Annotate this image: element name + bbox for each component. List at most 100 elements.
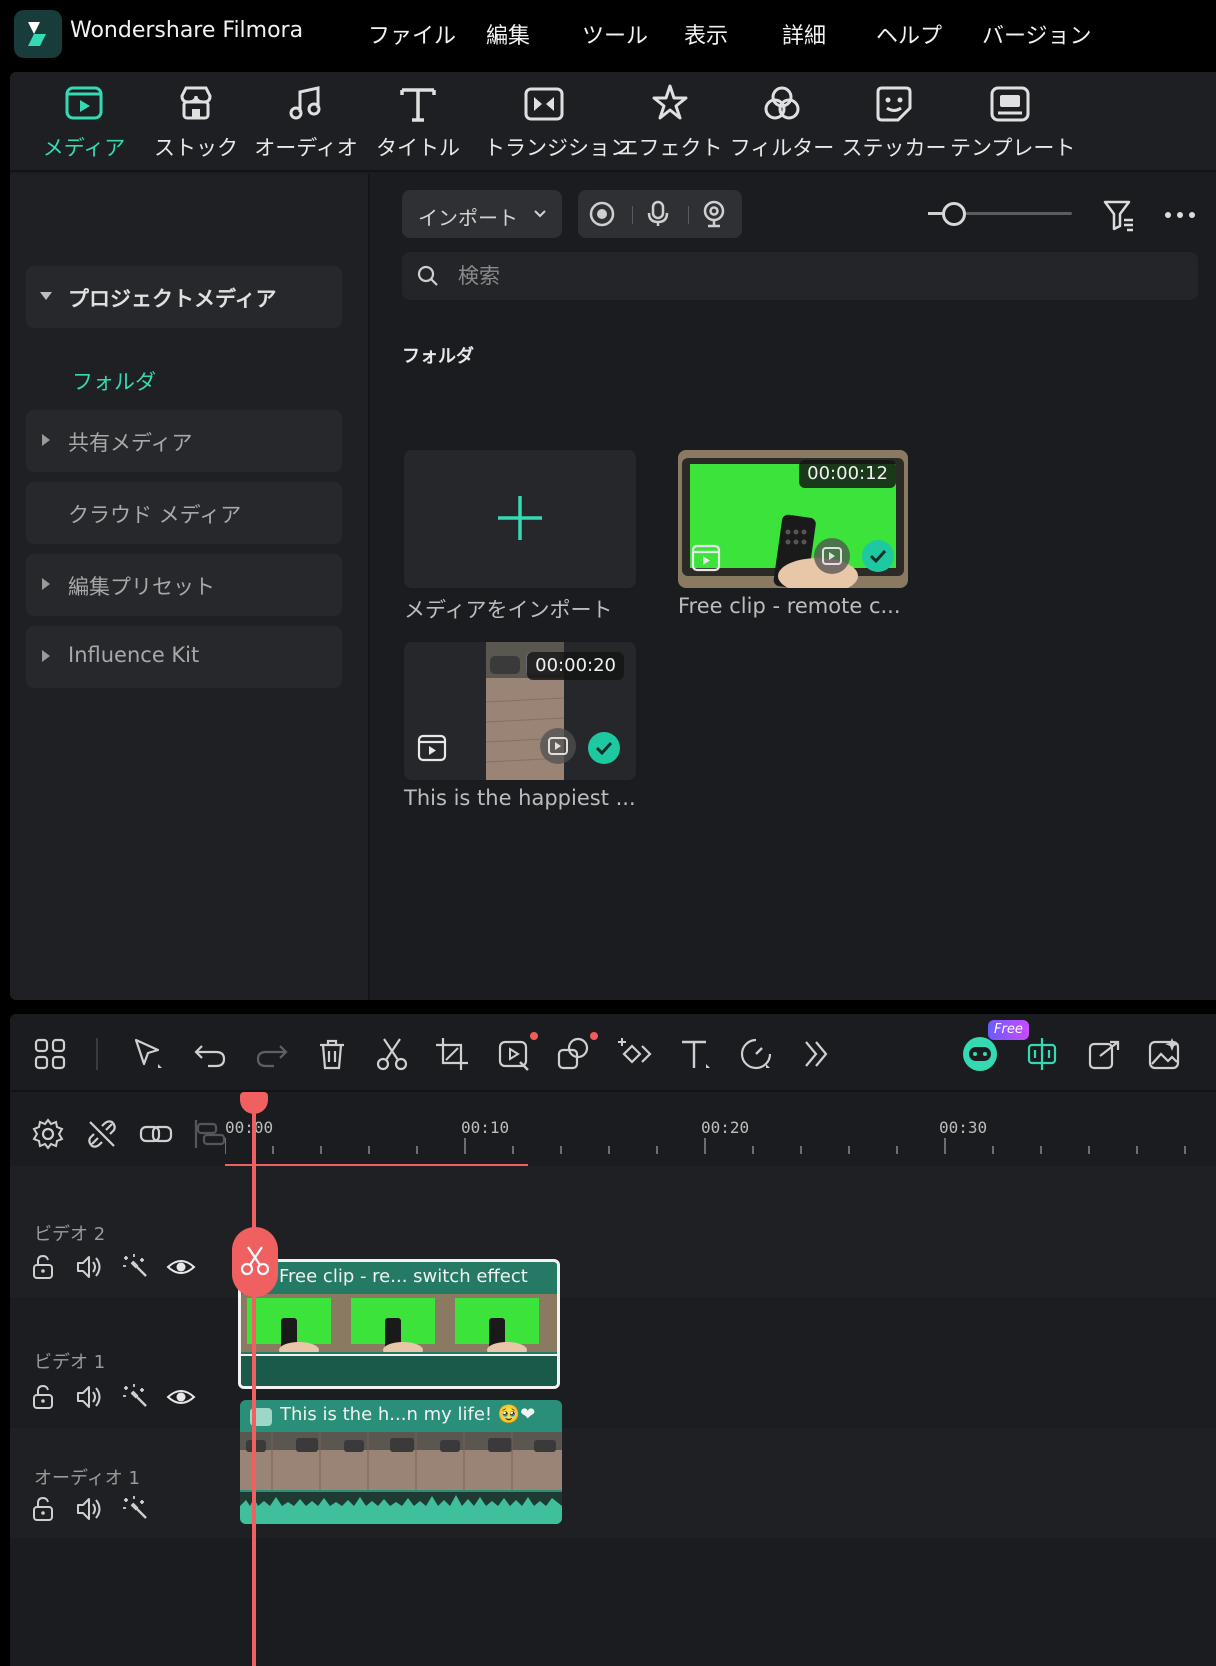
- caret-right-icon: [42, 434, 50, 446]
- eye-visibility-icon[interactable]: [166, 1382, 196, 1412]
- tab-transition[interactable]: トランジション: [484, 80, 631, 166]
- layout-grid-icon[interactable]: [30, 1034, 70, 1074]
- clip-filmstrip: [240, 1432, 562, 1490]
- stock-icon: [174, 82, 218, 126]
- menu-help[interactable]: ヘルプ: [876, 18, 942, 50]
- tab-sticker[interactable]: ステッカー: [834, 80, 954, 166]
- sidebar-item-label: 編集プリセット: [68, 575, 215, 599]
- undo-icon[interactable]: [190, 1034, 230, 1074]
- transition-icon: [522, 82, 566, 126]
- select-pointer-icon[interactable]: [128, 1034, 168, 1074]
- timeline-clip-street[interactable]: This is the h...n my life! 🥹❤: [240, 1400, 562, 1524]
- menu-version[interactable]: バージョン: [982, 18, 1092, 50]
- ruler-label: 00:10: [461, 1118, 510, 1137]
- sidebar-item-cloud-media[interactable]: クラウド メディア: [26, 482, 342, 544]
- track-video-2: ビデオ 2: [10, 1166, 1216, 1298]
- text-tool-icon[interactable]: [676, 1034, 716, 1074]
- ai-video-edit-icon[interactable]: [494, 1034, 534, 1074]
- webcam-icon[interactable]: [700, 200, 728, 228]
- speaker-icon[interactable]: [74, 1252, 104, 1282]
- tab-effect[interactable]: エフェクト: [610, 80, 730, 166]
- divider: [96, 1038, 98, 1070]
- speed-icon[interactable]: [736, 1034, 776, 1074]
- ruler-label: 00:30: [939, 1118, 988, 1137]
- menu-edit[interactable]: 編集: [486, 18, 530, 50]
- sidebar-item-influence-kit[interactable]: Influence Kit: [26, 626, 342, 688]
- ai-image-icon[interactable]: [1144, 1034, 1184, 1074]
- filter-sort-icon[interactable]: [1102, 198, 1136, 232]
- clip-title: Free clip - re... switch effect: [279, 1266, 528, 1287]
- redo-icon[interactable]: [252, 1034, 292, 1074]
- sidebar-item-folder[interactable]: フォルダ: [72, 366, 156, 396]
- lock-icon[interactable]: [28, 1382, 58, 1412]
- export-share-icon[interactable]: [1084, 1034, 1124, 1074]
- chevron-down-icon: [532, 206, 548, 222]
- track-layout-icon[interactable]: [192, 1116, 228, 1152]
- record-group: [578, 190, 742, 238]
- ai-copilot-icon[interactable]: [960, 1034, 1000, 1074]
- tab-media[interactable]: メディア: [24, 80, 144, 166]
- mask-shape-icon[interactable]: [554, 1034, 594, 1074]
- sidebar-item-label: Influence Kit: [68, 643, 200, 667]
- sidebar-item-edit-presets[interactable]: 編集プリセット: [26, 554, 342, 616]
- keyframe-icon[interactable]: [616, 1034, 656, 1074]
- magic-wand-icon[interactable]: [120, 1252, 150, 1282]
- speaker-icon[interactable]: [74, 1382, 104, 1412]
- menu-file[interactable]: ファイル: [368, 18, 456, 50]
- scissors-icon: [240, 1246, 270, 1276]
- menu-view[interactable]: 表示: [684, 18, 728, 50]
- eye-visibility-icon[interactable]: [166, 1252, 196, 1282]
- more-options-icon[interactable]: [1162, 200, 1198, 230]
- filter-icon: [760, 82, 804, 126]
- track-name: オーディオ 1: [34, 1468, 140, 1489]
- speaker-icon[interactable]: [74, 1494, 104, 1524]
- magic-wand-icon[interactable]: [120, 1382, 150, 1412]
- clip-title: This is the h...n my life! 🥹❤: [280, 1404, 536, 1425]
- unlink-icon[interactable]: [84, 1116, 120, 1152]
- menu-advanced[interactable]: 詳細: [782, 18, 826, 50]
- new-feature-dot: [530, 1032, 538, 1040]
- slider-knob[interactable]: [941, 202, 966, 226]
- media-tile[interactable]: 00:00:12: [678, 450, 908, 588]
- import-media-tile[interactable]: [404, 450, 636, 588]
- timeline-clip-green-screen[interactable]: Free clip - re... switch effect: [238, 1259, 560, 1389]
- lock-icon[interactable]: [28, 1494, 58, 1524]
- timeline-panel: Free 00:00 00:10 00:20 00:30 ビデオ 2 ビデオ 1…: [10, 1014, 1216, 1666]
- template-icon: [988, 82, 1032, 126]
- tab-audio[interactable]: オーディオ: [246, 80, 366, 166]
- import-dropdown-button[interactable]: インポート: [402, 190, 562, 238]
- auto-reframe-icon[interactable]: [1022, 1034, 1062, 1074]
- magic-wand-icon[interactable]: [120, 1494, 150, 1524]
- link-clips-icon[interactable]: [138, 1116, 174, 1152]
- lock-icon[interactable]: [28, 1252, 58, 1282]
- track-name: ビデオ 2: [34, 1224, 106, 1245]
- timeline-ruler[interactable]: 00:00 00:10 00:20 00:30: [225, 1094, 1216, 1167]
- filmora-logo-icon: [14, 10, 62, 58]
- clip-type-icon: [416, 732, 448, 764]
- ruler-label: 00:00: [225, 1118, 274, 1137]
- tab-stock[interactable]: ストック: [136, 80, 256, 166]
- clip-filmstrip: [241, 1294, 557, 1352]
- timeline-toolbar: Free: [10, 1014, 1216, 1092]
- menu-tools[interactable]: ツール: [582, 18, 648, 50]
- screen-record-icon[interactable]: [588, 200, 616, 228]
- sidebar-item-project-media[interactable]: プロジェクトメディア: [26, 266, 342, 328]
- added-check-icon: [588, 732, 620, 764]
- media-sidebar: プロジェクトメディア フォルダ 共有メディア クラウド メディア 編集プリセット…: [10, 174, 370, 1000]
- divider: [688, 206, 689, 224]
- duration-badge: 00:00:20: [527, 652, 624, 680]
- tab-template[interactable]: テンプレート: [950, 80, 1075, 166]
- split-at-playhead-button[interactable]: [232, 1227, 278, 1297]
- sidebar-item-shared-media[interactable]: 共有メディア: [26, 410, 342, 472]
- media-tile[interactable]: 00:00:20: [404, 642, 636, 780]
- tab-title[interactable]: タイトル: [358, 80, 478, 166]
- more-tools-chevron-icon[interactable]: [796, 1034, 836, 1074]
- search-input[interactable]: [458, 260, 1158, 292]
- timeline-settings-gear-icon[interactable]: [30, 1116, 66, 1152]
- split-scissors-icon[interactable]: [372, 1034, 412, 1074]
- microphone-icon[interactable]: [644, 200, 672, 228]
- crop-icon[interactable]: [432, 1034, 472, 1074]
- sidebar-item-label: プロジェクトメディア: [68, 287, 277, 311]
- tab-filter[interactable]: フィルター: [722, 80, 842, 166]
- delete-icon[interactable]: [312, 1034, 352, 1074]
